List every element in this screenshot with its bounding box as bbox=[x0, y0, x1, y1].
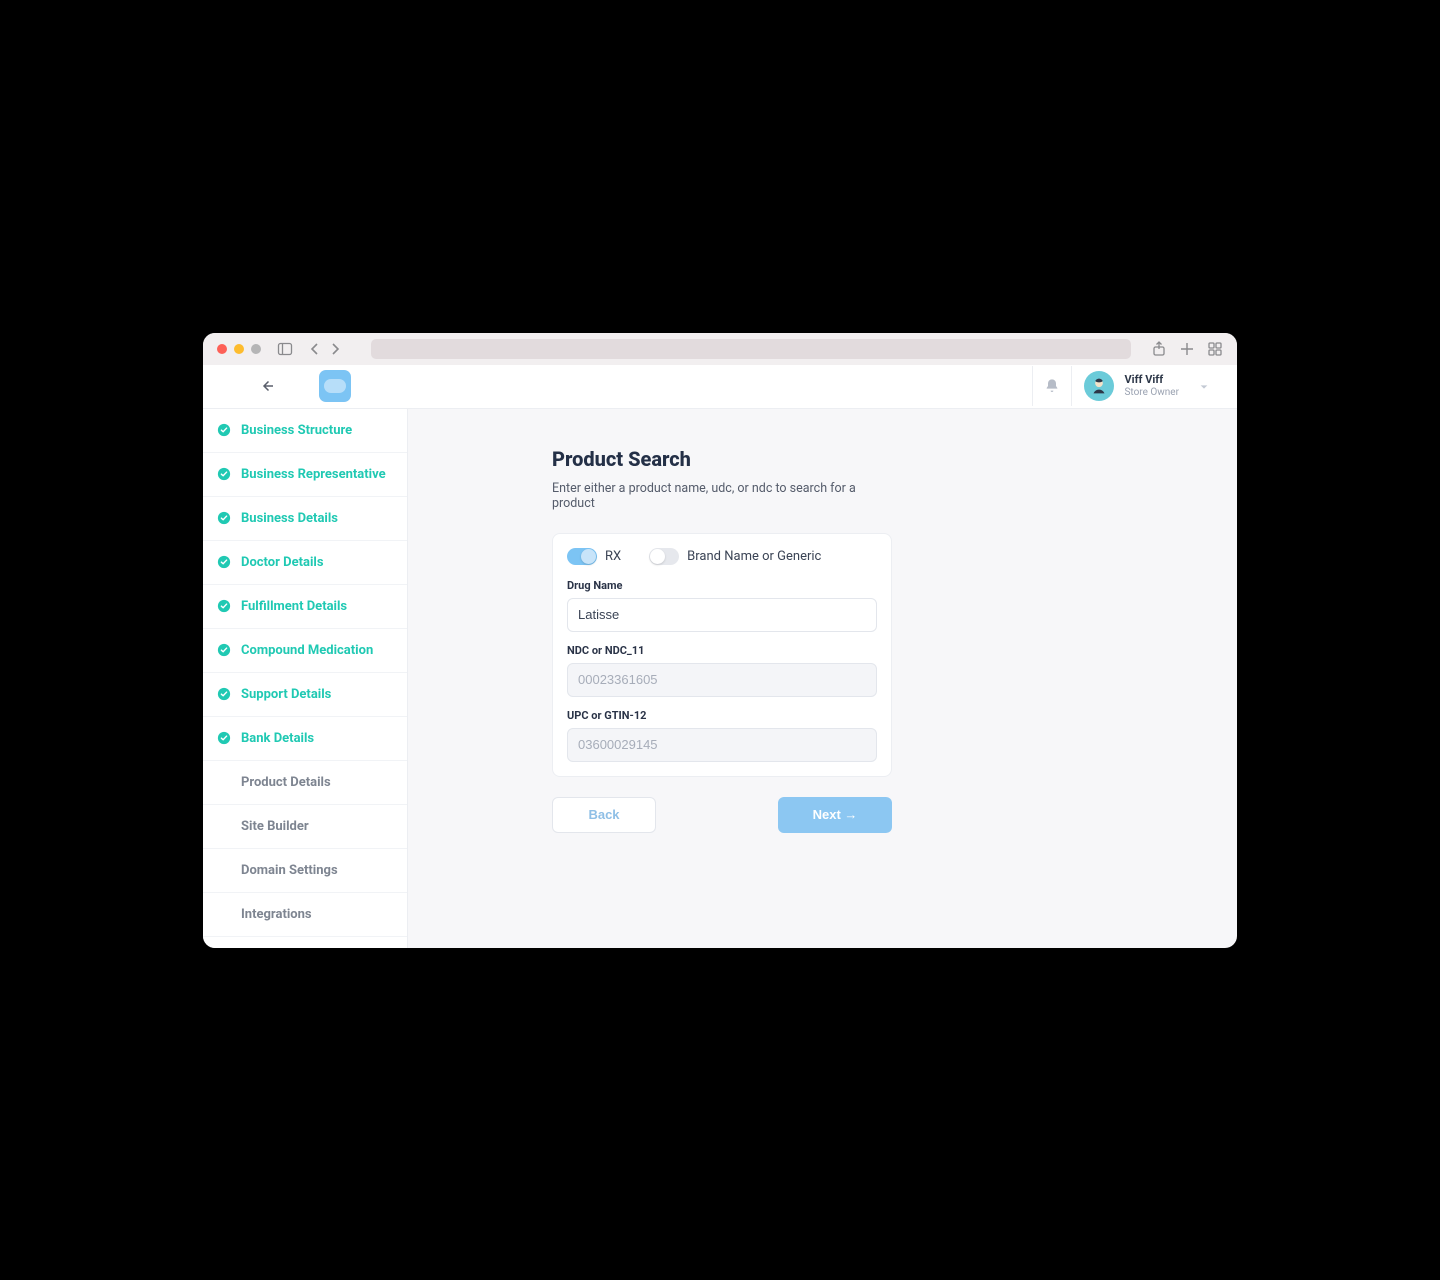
brand-generic-toggle[interactable] bbox=[649, 548, 679, 565]
sidebar-item[interactable]: Integrations bbox=[203, 893, 407, 937]
check-circle-icon bbox=[217, 643, 231, 657]
notifications-button[interactable] bbox=[1032, 366, 1072, 406]
url-bar[interactable] bbox=[371, 339, 1131, 359]
drug-name-label: Drug Name bbox=[567, 579, 877, 592]
check-circle-icon bbox=[217, 555, 231, 569]
ndc-label: NDC or NDC_11 bbox=[567, 644, 877, 657]
rx-toggle-label: RX bbox=[605, 549, 621, 564]
next-button[interactable]: Next → bbox=[778, 797, 892, 833]
sidebar-item[interactable]: Site Builder bbox=[203, 805, 407, 849]
share-icon[interactable] bbox=[1151, 341, 1167, 357]
sidebar-item-label: Business Structure bbox=[241, 423, 352, 438]
sidebar-item[interactable]: Business Representative bbox=[203, 453, 407, 497]
button-row: Back Next → bbox=[552, 797, 892, 833]
brand-generic-toggle-label: Brand Name or Generic bbox=[687, 549, 821, 564]
check-circle-icon bbox=[217, 467, 231, 481]
sidebar-item[interactable]: Fulfillment Details bbox=[203, 585, 407, 629]
sidebar-item[interactable]: Business Structure bbox=[203, 409, 407, 453]
rx-toggle[interactable] bbox=[567, 548, 597, 565]
sidebar-item-label: Bank Details bbox=[241, 731, 314, 746]
browser-chrome bbox=[203, 333, 1237, 365]
sidebar: Business Structure Business Representativ… bbox=[203, 409, 408, 948]
sidebar-item-label: Domain Settings bbox=[241, 863, 338, 878]
logo-text bbox=[324, 379, 346, 393]
sidebar-item-label: Site Builder bbox=[241, 819, 309, 834]
sidebar-item-label: Doctor Details bbox=[241, 555, 324, 570]
check-circle-icon bbox=[217, 511, 231, 525]
check-circle-icon bbox=[217, 423, 231, 437]
browser-nav bbox=[307, 341, 343, 357]
sidebar-item-label: Integrations bbox=[241, 907, 312, 922]
avatar bbox=[1084, 371, 1114, 401]
sidebar-item[interactable]: Bank Details bbox=[203, 717, 407, 761]
sidebar-item[interactable]: Domain Settings bbox=[203, 849, 407, 893]
sidebar-item-label: Support Details bbox=[241, 687, 331, 702]
page-title: Product Search bbox=[552, 447, 892, 471]
user-role: Store Owner bbox=[1124, 387, 1179, 398]
sidebar-item[interactable]: Business Details bbox=[203, 497, 407, 541]
sidebar-item[interactable]: Compound Medication bbox=[203, 629, 407, 673]
user-menu[interactable]: Viff Viff Store Owner bbox=[1084, 371, 1217, 401]
sidebar-item[interactable]: Product Details bbox=[203, 761, 407, 805]
browser-back-icon[interactable] bbox=[307, 341, 323, 357]
sidebar-item-label: Business Details bbox=[241, 511, 338, 526]
sidebar-item-label: Product Details bbox=[241, 775, 331, 790]
window-close-button[interactable] bbox=[217, 344, 227, 354]
sidebar-item[interactable]: Support Details bbox=[203, 673, 407, 717]
drug-name-input[interactable] bbox=[567, 598, 877, 632]
app-logo[interactable] bbox=[319, 370, 351, 402]
chevron-down-icon bbox=[1199, 377, 1209, 396]
upc-label: UPC or GTIN-12 bbox=[567, 709, 877, 722]
user-name: Viff Viff bbox=[1124, 374, 1179, 386]
back-button[interactable]: Back bbox=[552, 797, 656, 833]
check-circle-icon bbox=[217, 599, 231, 613]
main-content: Product Search Enter either a product na… bbox=[408, 409, 1237, 948]
tabs-overview-icon[interactable] bbox=[1207, 341, 1223, 357]
product-search-form: RX Brand Name or Generic Drug Name NDC o… bbox=[552, 533, 892, 777]
check-circle-icon bbox=[217, 731, 231, 745]
browser-forward-icon[interactable] bbox=[327, 341, 343, 357]
new-tab-icon[interactable] bbox=[1179, 341, 1195, 357]
sidebar-item-label: Business Representative bbox=[241, 467, 386, 482]
app-body: Business Structure Business Representativ… bbox=[203, 409, 1237, 948]
browser-window: Viff Viff Store Owner Business Structure… bbox=[203, 333, 1237, 948]
check-circle-icon bbox=[217, 687, 231, 701]
sidebar-toggle-icon[interactable] bbox=[277, 341, 293, 357]
upc-input[interactable] bbox=[567, 728, 877, 762]
window-minimize-button[interactable] bbox=[234, 344, 244, 354]
sidebar-item-label: Compound Medication bbox=[241, 643, 373, 658]
app-header: Viff Viff Store Owner bbox=[203, 365, 1237, 409]
sidebar-item-label: Fulfillment Details bbox=[241, 599, 347, 614]
sidebar-item[interactable]: Doctor Details bbox=[203, 541, 407, 585]
back-arrow-icon[interactable] bbox=[255, 374, 279, 398]
toggle-row: RX Brand Name or Generic bbox=[567, 548, 877, 565]
page-subtitle: Enter either a product name, udc, or ndc… bbox=[552, 481, 892, 511]
window-maximize-button[interactable] bbox=[251, 344, 261, 354]
ndc-input[interactable] bbox=[567, 663, 877, 697]
traffic-lights bbox=[217, 344, 261, 354]
browser-chrome-right bbox=[1151, 341, 1223, 357]
